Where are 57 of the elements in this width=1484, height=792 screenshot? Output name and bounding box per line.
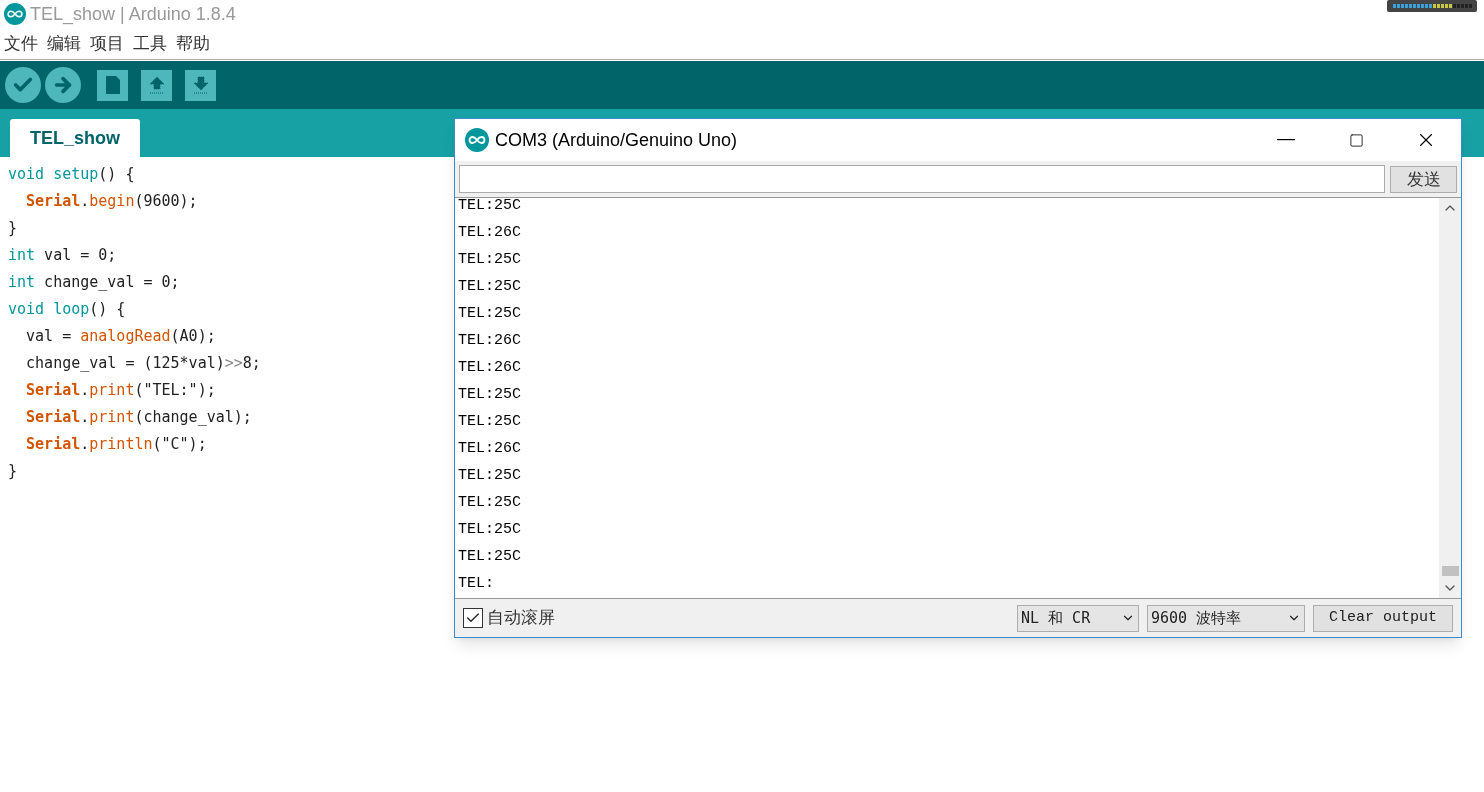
open-button[interactable] <box>141 69 172 101</box>
upload-button[interactable] <box>45 67 81 103</box>
serial-output-line: TEL:25C <box>458 466 521 486</box>
code-line: void loop() { <box>8 299 126 320</box>
menu-item[interactable]: 工具 <box>133 30 167 57</box>
serial-output-line: TEL:26C <box>458 439 521 459</box>
editor-tab[interactable]: TEL_show <box>10 119 140 157</box>
serial-output-line: TEL:25C <box>458 277 521 297</box>
save-button[interactable] <box>185 69 216 101</box>
window-title: TEL_show | Arduino 1.8.4 <box>30 2 236 27</box>
document-icon <box>103 75 122 95</box>
arrow-up-icon <box>147 75 166 95</box>
code-line: Serial.begin(9600); <box>25 191 198 212</box>
code-line: int change_val = 0; <box>8 272 180 293</box>
serial-output-line: TEL:25C <box>458 520 521 540</box>
serial-output-line: TEL:26C <box>458 223 521 243</box>
serial-output-line: TEL:25C <box>458 547 521 567</box>
menu-item[interactable]: 编辑 <box>47 30 81 57</box>
verify-button[interactable] <box>5 67 41 103</box>
code-line: Serial.println("C"); <box>25 434 207 455</box>
send-button[interactable]: 发送 <box>1390 165 1457 193</box>
arrow-down-icon <box>191 75 210 95</box>
serial-output-line: TEL:26C <box>458 358 521 378</box>
window-title: COM3 (Arduino/Genuino Uno) <box>495 128 738 152</box>
line-ending-dropdown[interactable]: NL 和 CR <box>1017 604 1139 632</box>
baud-rate-dropdown[interactable]: 9600 波特率 <box>1147 604 1305 632</box>
serial-output-line: TEL:25C <box>458 493 521 513</box>
code-line: } <box>8 218 18 239</box>
infinity-logo-icon <box>465 128 489 152</box>
code-line: int val = 0; <box>8 245 117 266</box>
code-line: Serial.print(change_val); <box>25 407 252 428</box>
menu-item[interactable]: 项目 <box>90 30 124 57</box>
code-line: } <box>8 461 18 482</box>
code-line: Serial.print("TEL:"); <box>25 380 216 401</box>
minimize-icon <box>1277 139 1295 141</box>
serial-output-line: TEL:25C <box>458 250 521 270</box>
autoscroll-checkbox[interactable] <box>463 608 483 628</box>
code-line: void setup() { <box>8 164 135 185</box>
serial-output-line: TEL:25C <box>458 198 521 216</box>
scrollbar[interactable] <box>1439 198 1461 598</box>
serial-output-line: TEL:25C <box>458 385 521 405</box>
menu-item[interactable]: 文件 <box>4 30 38 57</box>
scrollbar-thumb[interactable] <box>1441 566 1459 576</box>
new-button[interactable] <box>97 69 128 101</box>
clear-output-button[interactable]: Clear output <box>1313 604 1453 632</box>
autoscroll-label: 自动滚屏 <box>487 606 555 630</box>
serial-output-line: TEL:25C <box>458 412 521 432</box>
serial-output-line: TEL:26C <box>458 331 521 351</box>
serial-output-line: TEL:25C <box>458 304 521 324</box>
arrow-right-icon <box>52 74 74 96</box>
maximize-icon <box>1348 132 1364 148</box>
serial-output-line: TEL: <box>458 574 494 594</box>
code-line: change_val = (125*val)>>8; <box>25 353 261 374</box>
menu-item[interactable]: 帮助 <box>176 30 210 57</box>
code-line: val = analogRead(A0); <box>25 326 216 347</box>
send-input-field[interactable] <box>459 165 1385 193</box>
infinity-logo-icon <box>4 3 26 25</box>
